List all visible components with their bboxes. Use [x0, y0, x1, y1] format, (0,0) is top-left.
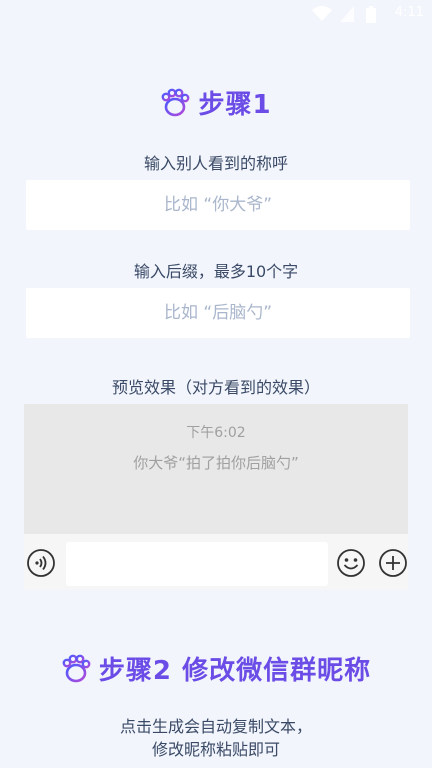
preview-label: 预览效果（对方看到的效果） — [111, 378, 320, 397]
preview-message: 你大爷“拍了拍你后脑勺” — [133, 454, 299, 472]
preview-area: 下午6:02 你大爷“拍了拍你后脑勺” — [24, 404, 408, 534]
status-time: 4:11 — [394, 5, 424, 20]
chat-input-bar — [24, 534, 408, 590]
signal-icon — [340, 6, 354, 22]
step1-heading: 步骤1 — [0, 84, 432, 121]
battery-icon — [366, 6, 376, 23]
paw-icon — [162, 88, 190, 116]
chat-message-input[interactable] — [66, 542, 328, 586]
suffix-input[interactable] — [26, 288, 410, 338]
step1-title: 步骤1 — [198, 90, 272, 120]
nickname-input[interactable] — [26, 180, 410, 230]
suffix-label: 输入后缀，最多10个字 — [133, 262, 299, 281]
status-bar: 4:11 — [0, 0, 432, 28]
plus-icon[interactable] — [378, 548, 408, 578]
nickname-label: 输入别人看到的称呼 — [143, 154, 288, 173]
voice-icon[interactable] — [26, 548, 56, 578]
step2-description-line1: 点击生成会自动复制文本， — [119, 717, 312, 736]
emoji-icon[interactable] — [336, 548, 366, 578]
wifi-icon — [312, 6, 332, 21]
step2-heading: 步骤2 修改微信群昵称 — [0, 650, 432, 687]
preview-time: 下午6:02 — [186, 425, 246, 441]
step2-title: 步骤2 修改微信群昵称 — [98, 656, 372, 686]
paw-icon — [62, 654, 91, 682]
step2-description-line2: 修改昵称粘贴即可 — [151, 740, 280, 759]
